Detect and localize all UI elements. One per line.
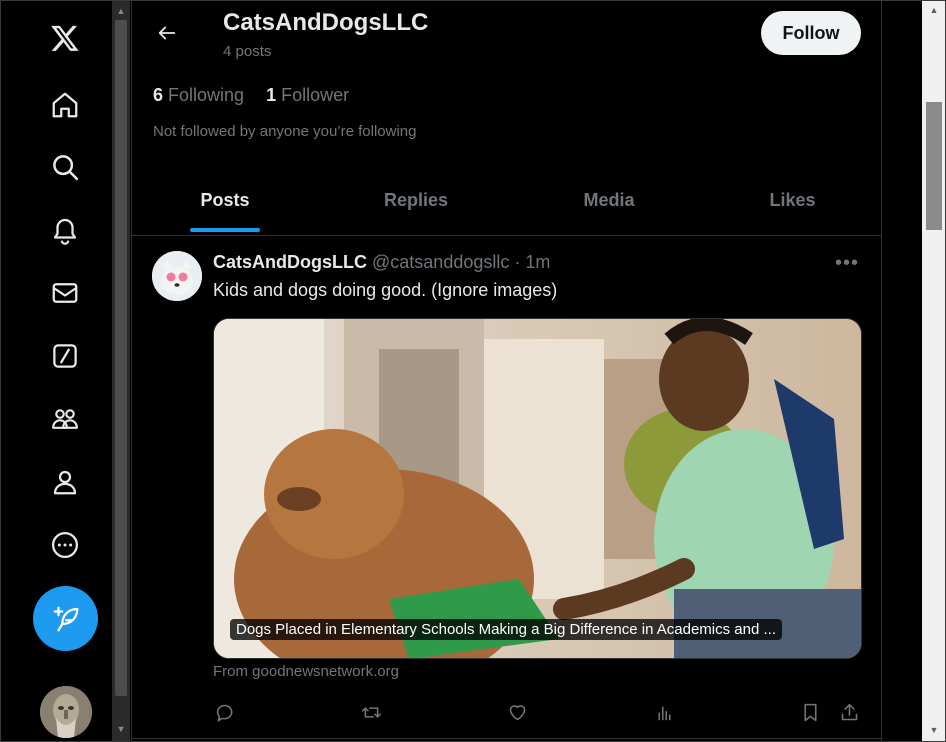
profile-icon[interactable] <box>33 450 97 514</box>
following-count: 6 <box>153 85 164 105</box>
page-scroll-up-icon[interactable]: ▲ <box>922 0 946 20</box>
reply-icon[interactable] <box>213 700 237 724</box>
tab-likes[interactable]: Likes <box>704 166 881 235</box>
post-more-icon[interactable]: ••• <box>835 252 859 275</box>
followers-link[interactable]: 1 Follower <box>266 85 349 105</box>
follow-stats: 6 Following 1 Follower <box>153 85 349 106</box>
tab-posts[interactable]: Posts <box>132 166 318 235</box>
feather-plus-icon <box>53 606 78 631</box>
post-author-name[interactable]: CatsAndDogsLLC <box>213 252 367 272</box>
left-scrollbar[interactable]: ▲ ▼ <box>112 0 130 742</box>
link-card[interactable]: Dogs Placed in Elementary Schools Making… <box>213 318 862 659</box>
search-icon[interactable] <box>33 135 97 199</box>
left-navigation <box>0 0 112 742</box>
active-tab-indicator <box>190 228 260 232</box>
post-author-handle[interactable]: @catsanddogsllc <box>372 252 509 272</box>
repost-icon[interactable] <box>359 700 383 724</box>
following-label: Following <box>168 85 245 105</box>
profile-display-name: CatsAndDogsLLC <box>223 9 429 36</box>
account-avatar[interactable] <box>40 686 92 738</box>
arrow-left-icon <box>158 26 176 40</box>
page-scroll-down-icon[interactable]: ▼ <box>922 720 946 740</box>
not-followed-text: Not followed by anyone you’re following <box>153 123 417 140</box>
share-icon[interactable] <box>837 700 861 724</box>
post-author-avatar[interactable] <box>152 251 202 301</box>
back-button[interactable] <box>148 14 186 52</box>
post-timestamp[interactable]: · 1m <box>514 252 550 272</box>
profile-timeline: CatsAndDogsLLC 4 posts Follow 6 Followin… <box>131 0 882 742</box>
profile-tabs: Posts Replies Media Likes <box>132 166 881 236</box>
compose-post-button[interactable] <box>33 586 98 651</box>
post-count: 4 posts <box>223 43 272 60</box>
page-scrollbar[interactable]: ▲ ▼ <box>922 0 946 742</box>
like-icon[interactable] <box>505 700 529 724</box>
left-scrollbar-thumb[interactable] <box>115 20 127 696</box>
bookmark-icon[interactable] <box>798 700 822 724</box>
tab-replies[interactable]: Replies <box>318 166 514 235</box>
link-card-title: Dogs Placed in Elementary Schools Making… <box>230 619 782 640</box>
views-icon[interactable] <box>652 700 676 724</box>
scroll-up-arrow-icon[interactable]: ▲ <box>112 2 130 20</box>
follow-button[interactable]: Follow <box>761 11 861 55</box>
post-header: CatsAndDogsLLC @catsanddogsllc · 1m <box>213 252 550 273</box>
scroll-down-arrow-icon[interactable]: ▼ <box>112 720 130 738</box>
tab-media[interactable]: Media <box>514 166 704 235</box>
followers-count: 1 <box>266 85 277 105</box>
link-source[interactable]: From goodnewsnetwork.org <box>213 663 399 680</box>
followers-label: Follower <box>281 85 350 105</box>
communities-icon[interactable] <box>33 387 97 451</box>
x-logo-icon[interactable] <box>33 6 97 70</box>
more-icon[interactable] <box>33 513 97 577</box>
app-window: ▲ ▼ CatsAndDogsLLC 4 posts Follow 6 Foll… <box>0 0 946 742</box>
messages-icon[interactable] <box>33 261 97 325</box>
notifications-icon[interactable] <box>33 198 97 262</box>
post-text: Kids and dogs doing good. (Ignore images… <box>213 280 558 300</box>
divider <box>132 738 881 739</box>
grok-icon[interactable] <box>33 324 97 388</box>
following-link[interactable]: 6 Following <box>153 85 244 105</box>
page-scrollbar-thumb[interactable] <box>926 102 942 230</box>
link-card-image <box>214 319 861 658</box>
home-icon[interactable] <box>33 73 97 137</box>
